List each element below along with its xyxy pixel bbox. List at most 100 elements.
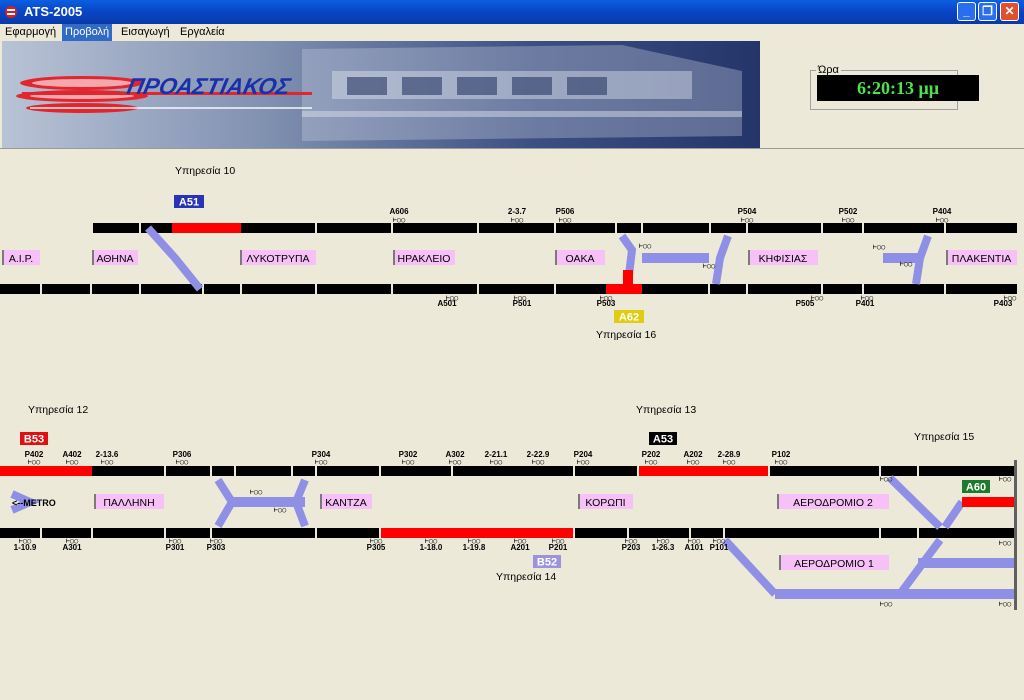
track-segment[interactable] <box>642 284 1017 294</box>
track-joint <box>879 528 881 538</box>
track-joint <box>708 284 710 294</box>
crossover-left[interactable] <box>145 225 204 292</box>
minimize-button[interactable]: _ <box>957 2 976 21</box>
track-joint <box>164 528 166 538</box>
signal-label: P401 <box>856 299 875 308</box>
signal-icon[interactable]: ⊢○○ <box>315 458 328 466</box>
signal-label: P203 <box>622 543 641 552</box>
track-joint <box>40 528 42 538</box>
track-segment[interactable] <box>241 223 1017 233</box>
signal-icon[interactable]: ⊢○○ <box>775 458 788 466</box>
track-joint <box>315 466 317 476</box>
track-segment[interactable] <box>574 528 1017 538</box>
service-label: Υπηρεσία 16 <box>596 329 656 341</box>
signal-icon[interactable]: ⊢○○ <box>639 242 652 250</box>
siding-airport-2[interactable] <box>918 558 1017 568</box>
signal-label: P505 <box>796 299 815 308</box>
banner: ΠΡΟΑΣΤΙΑΚΟΣ <box>2 41 760 148</box>
signal-icon[interactable]: ⊢○○ <box>511 216 524 224</box>
track-segment[interactable] <box>769 466 1017 476</box>
signal-label: P403 <box>994 299 1013 308</box>
station-edge <box>92 250 94 265</box>
track-segment-occupied[interactable] <box>623 270 633 286</box>
signal-label: A101 <box>684 543 704 552</box>
track-segment-occupied[interactable] <box>638 466 769 476</box>
signal-icon[interactable]: ⊢○○ <box>741 216 754 224</box>
signal-icon[interactable]: ⊢○○ <box>936 216 949 224</box>
signal-icon[interactable]: ⊢○○ <box>687 458 700 466</box>
track-joint <box>746 284 748 294</box>
signal-icon[interactable]: ⊢○○ <box>559 216 572 224</box>
restore-button[interactable]: ❐ <box>978 2 997 21</box>
track-joint <box>91 528 93 538</box>
signal-icon[interactable]: ⊢○○ <box>842 216 855 224</box>
track-joint <box>210 466 212 476</box>
train-id: B53 <box>24 434 44 446</box>
crossover-airport-b[interactable] <box>941 499 966 530</box>
signal-icon[interactable]: ⊢○○ <box>28 458 41 466</box>
signal-label: P303 <box>207 543 226 552</box>
signal-icon[interactable]: ⊢○○ <box>532 458 545 466</box>
track-segment-occupied[interactable] <box>962 497 1017 507</box>
signal-icon[interactable]: ⊢○○ <box>449 458 462 466</box>
station-edge <box>393 250 395 265</box>
title-bar[interactable]: ATS-2005 _ ❐ ✕ <box>0 0 1024 24</box>
track-segment-occupied[interactable] <box>0 466 92 476</box>
track-segment[interactable] <box>0 528 380 538</box>
track-segment[interactable] <box>93 223 172 233</box>
track-segment[interactable] <box>92 466 638 476</box>
signal-icon[interactable]: ⊢○○ <box>873 243 886 251</box>
signal-icon[interactable]: ⊢○○ <box>490 458 503 466</box>
signal-icon[interactable]: ⊢○○ <box>999 600 1012 608</box>
signal-icon[interactable]: ⊢○○ <box>703 262 716 270</box>
signal-icon[interactable]: ⊢○○ <box>900 260 913 268</box>
track-joint <box>641 223 643 233</box>
signal-icon[interactable]: ⊢○○ <box>880 475 893 483</box>
signal-icon[interactable]: ⊢○○ <box>274 506 287 514</box>
menu-efarmogi[interactable]: Εφαρμογή <box>2 24 59 41</box>
signal-icon[interactable]: ⊢○○ <box>999 475 1012 483</box>
station-name: ΠΛΑΚΕΝΤΙΑ <box>952 253 1012 265</box>
track-joint <box>90 284 92 294</box>
signal-icon[interactable]: ⊢○○ <box>250 488 263 496</box>
station-name: Α.Ι.Ρ. <box>9 253 33 265</box>
track-segment-occupied[interactable] <box>172 223 241 233</box>
signal-label: 1-18.0 <box>420 543 443 552</box>
track-joint <box>291 466 293 476</box>
signal-icon[interactable]: ⊢○○ <box>723 458 736 466</box>
menu-ergaleia[interactable]: Εργαλεία <box>177 24 228 41</box>
track-joint <box>379 466 381 476</box>
track-joint <box>862 223 864 233</box>
signal-icon[interactable]: ⊢○○ <box>402 458 415 466</box>
station-edge <box>946 250 948 265</box>
menu-provoli[interactable]: Προβολή <box>62 24 113 41</box>
signal-label: 1-19.8 <box>463 543 486 552</box>
train-id: A60 <box>966 482 986 494</box>
crossover-kifisias[interactable] <box>912 234 932 285</box>
branch-airport-1[interactable] <box>722 537 778 597</box>
crossover-oaka-right[interactable] <box>712 234 732 285</box>
crossover-pallini-left[interactable] <box>214 477 237 529</box>
menu-eisagogi[interactable]: Εισαγωγή <box>118 24 173 41</box>
track-joint <box>391 223 393 233</box>
signal-icon[interactable]: ⊢○○ <box>66 458 79 466</box>
signal-icon[interactable]: ⊢○○ <box>999 539 1012 547</box>
signal-label: 1-10.9 <box>14 543 37 552</box>
signal-icon[interactable]: ⊢○○ <box>176 458 189 466</box>
signal-icon[interactable]: ⊢○○ <box>645 458 658 466</box>
signal-icon[interactable]: ⊢○○ <box>880 600 893 608</box>
station-edge <box>94 494 96 509</box>
signal-icon[interactable]: ⊢○○ <box>393 216 406 224</box>
station-name: ΚΑΝΤΖΑ <box>325 497 366 509</box>
signal-icon[interactable]: ⊢○○ <box>101 458 114 466</box>
signal-label: P504 <box>738 207 757 216</box>
signal-icon[interactable]: ⊢○○ <box>577 458 590 466</box>
close-button[interactable]: ✕ <box>1000 2 1019 21</box>
crossover-airport-a[interactable] <box>887 475 943 530</box>
track-joint <box>917 528 919 538</box>
track-joint <box>554 223 556 233</box>
track-joint <box>554 284 556 294</box>
siding-airport-1[interactable] <box>775 589 1017 599</box>
siding-oaka[interactable] <box>642 253 709 263</box>
track-joint <box>315 284 317 294</box>
